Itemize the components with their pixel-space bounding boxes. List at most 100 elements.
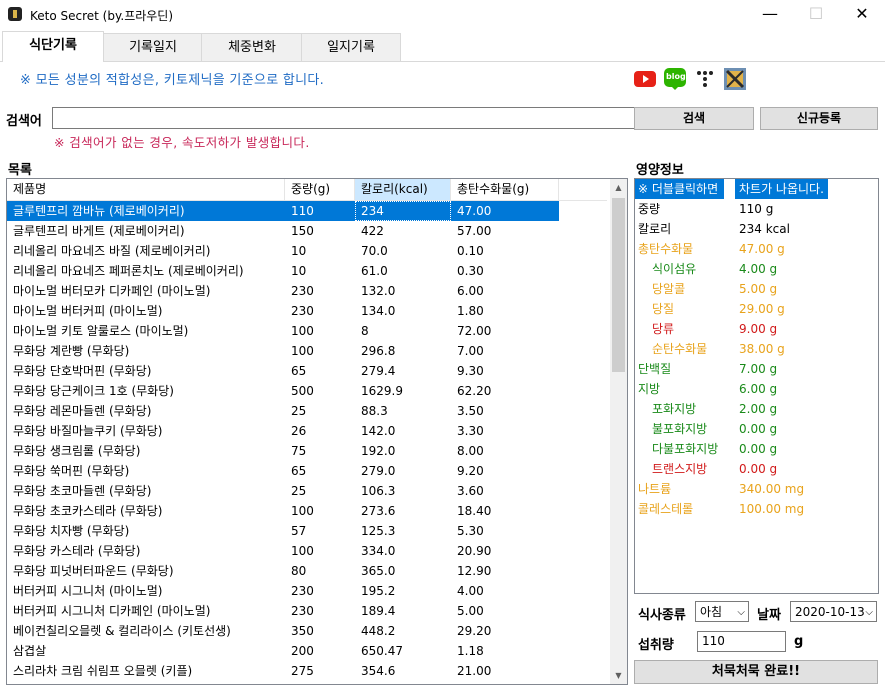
table-row[interactable]: 마이노멀 버터커피 (마이노멀) 230 134.0 1.80 — [7, 301, 559, 321]
cell-carbs: 18.40 — [457, 504, 492, 518]
table-row[interactable]: 마이노멀 버터모카 디카페인 (마이노멀) 230 132.0 6.00 — [7, 281, 559, 301]
column-header-weight[interactable]: 중량(g) — [285, 179, 355, 200]
nutrient-value: 4.00 g — [739, 262, 778, 276]
table-row[interactable]: 글루텐프리 바게트 (제로베이커리) 150 422 57.00 — [7, 221, 559, 241]
cell-carbs: 29.20 — [457, 624, 492, 638]
cell-name: 삼겹살 — [13, 644, 47, 658]
cell-calories: 106.3 — [361, 484, 396, 498]
nutrient-name: 식이섬유 — [652, 262, 697, 276]
table-row[interactable]: 리네올리 마요네즈 페퍼론치노 (제로베이커리) 10 61.0 0.30 — [7, 261, 559, 281]
table-row[interactable]: 스리라차 크림 쉬림프 오믈렛 (키플) 275 354.6 21.00 — [7, 661, 559, 681]
cell-carbs: 47.00 — [457, 204, 492, 218]
close-button[interactable]: ✕ — [839, 0, 885, 30]
nutrition-row[interactable]: 당질 29.00 g — [635, 299, 878, 319]
nutrition-hint-key: ※ 더블클릭하면 — [635, 179, 725, 199]
column-header-carbs[interactable]: 총탄수화물(g) — [451, 179, 559, 200]
nutrition-row[interactable]: 중량 110 g — [635, 199, 878, 219]
table-row[interactable]: 버터커피 시그니처 디카페인 (마이노멀) 230 189.4 5.00 — [7, 601, 559, 621]
nutrition-row[interactable]: 불포화지방 0.00 g — [635, 419, 878, 439]
nutrition-row[interactable]: 지방 6.00 g — [635, 379, 878, 399]
tab-journal[interactable]: 일지기록 — [301, 33, 401, 61]
search-input[interactable] — [52, 107, 635, 129]
nutrition-row[interactable]: 포화지방 2.00 g — [635, 399, 878, 419]
product-list[interactable]: 제품명 중량(g) 칼로리(kcal) 총탄수화물(g) 글루텐프리 깜바뉴 (… — [6, 178, 628, 685]
cell-carbs: 7.00 — [457, 344, 484, 358]
cell-name: 무화당 계란빵 (무화당) — [13, 344, 130, 358]
meal-type-select[interactable]: 아침 ⌵ — [695, 601, 749, 622]
cell-weight: 230 — [291, 584, 314, 598]
cell-weight: 100 — [291, 344, 314, 358]
table-row[interactable]: 베이컨칠리오믈렛 & 컬리라이스 (키토선생) 350 448.2 29.20 — [7, 621, 559, 641]
table-row[interactable]: 무화당 생크림롤 (무화당) 75 192.0 8.00 — [7, 441, 559, 461]
nutrition-row[interactable]: 단백질 7.00 g — [635, 359, 878, 379]
table-row[interactable]: 무화당 초코카스테라 (무화당) 100 273.6 18.40 — [7, 501, 559, 521]
cell-calories: 296.8 — [361, 344, 396, 358]
nutrition-header-row[interactable]: ※ 더블클릭하면 차트가 나옵니다. — [635, 179, 878, 199]
table-row[interactable]: 삼겹살 200 650.47 1.18 — [7, 641, 559, 661]
nutrition-row[interactable]: 트랜스지방 0.00 g — [635, 459, 878, 479]
dots-icon[interactable] — [694, 68, 716, 90]
scroll-up-icon[interactable]: ▲ — [610, 179, 627, 196]
chevron-down-icon: ⌵ — [737, 607, 745, 618]
nutrition-row[interactable]: 당알콜 5.00 g — [635, 279, 878, 299]
nutrition-row[interactable]: 순탄수화물 38.00 g — [635, 339, 878, 359]
nutrition-row[interactable]: 칼로리 234 kcal — [635, 219, 878, 239]
tab-record-log[interactable]: 기록일지 — [103, 33, 203, 61]
table-row[interactable]: 리네올리 마요네즈 바질 (제로베이커리) 10 70.0 0.10 — [7, 241, 559, 261]
nutrient-name: 지방 — [638, 382, 661, 396]
column-header-name[interactable]: 제품명 — [7, 179, 285, 200]
register-button[interactable]: 신규등록 — [760, 107, 878, 130]
search-button[interactable]: 검색 — [634, 107, 754, 130]
nutrition-row[interactable]: 다불포화지방 0.00 g — [635, 439, 878, 459]
cell-name: 스리라차 크림 쉬림프 오믈렛 (키플) — [13, 664, 193, 678]
cell-name: 마이노멀 버터커피 (마이노멀) — [13, 304, 163, 318]
table-row[interactable]: 무화당 당근케이크 1호 (무화당) 500 1629.9 62.20 — [7, 381, 559, 401]
table-row[interactable]: 글루텐프리 깜바뉴 (제로베이커리) 110 234 47.00 — [7, 201, 559, 221]
scroll-thumb[interactable] — [612, 198, 625, 372]
nutrient-name: 포화지방 — [652, 402, 697, 416]
nutrition-row[interactable]: 콜레스테롤 100.00 mg — [635, 499, 878, 519]
submit-meal-button[interactable]: 처묵처묵 완료!! — [634, 660, 878, 684]
table-row[interactable]: 버터커피 시그니처 (마이노멀) 230 195.2 4.00 — [7, 581, 559, 601]
blog-icon[interactable]: blog — [664, 68, 686, 90]
table-row[interactable]: 무화당 쑥머핀 (무화당) 65 279.0 9.20 — [7, 461, 559, 481]
amount-input[interactable]: 110 — [697, 631, 786, 652]
nutrition-row[interactable]: 식이섬유 4.00 g — [635, 259, 878, 279]
table-row[interactable]: 무화당 카스테라 (무화당) 100 334.0 20.90 — [7, 541, 559, 561]
table-row[interactable]: 무화당 계란빵 (무화당) 100 296.8 7.00 — [7, 341, 559, 361]
search-warning: ※ 검색어가 없는 경우, 속도저하가 발생합니다. — [54, 135, 310, 150]
table-row[interactable]: 마이노멀 키토 알룰로스 (마이노멀) 100 8 72.00 — [7, 321, 559, 341]
cell-calories: 195.2 — [361, 584, 396, 598]
nutrient-value: 47.00 g — [739, 242, 785, 256]
cell-weight: 230 — [291, 304, 314, 318]
cell-weight: 25 — [291, 484, 307, 498]
list-scrollbar[interactable]: ▲ ▼ — [610, 179, 627, 684]
table-row[interactable]: 무화당 레몬마들렌 (무화당) 25 88.3 3.50 — [7, 401, 559, 421]
scroll-down-icon[interactable]: ▼ — [610, 667, 627, 684]
table-row[interactable]: 무화당 피넛버터파운드 (무화당) 80 365.0 12.90 — [7, 561, 559, 581]
table-row[interactable]: 무화당 바질마늘쿠키 (무화당) 26 142.0 3.30 — [7, 421, 559, 441]
cell-calories: 192.0 — [361, 444, 396, 458]
cell-carbs: 12.90 — [457, 564, 492, 578]
tab-weight-change[interactable]: 체중변화 — [201, 33, 303, 61]
table-row[interactable]: 무화당 치자빵 (무화당) 57 125.3 5.30 — [7, 521, 559, 541]
cell-name: 무화당 바질마늘쿠키 (무화당) — [13, 424, 163, 438]
date-picker[interactable]: 2020-10-13 ⌵ — [790, 601, 877, 622]
cell-weight: 10 — [291, 244, 307, 258]
table-row[interactable]: 무화당 단호박머핀 (무화당) 65 279.4 9.30 — [7, 361, 559, 381]
minimize-button[interactable]: — — [747, 0, 793, 30]
column-header-calories[interactable]: 칼로리(kcal) — [355, 179, 451, 200]
nutrition-list[interactable]: ※ 더블클릭하면 차트가 나옵니다. 중량 110 g 칼로리 234 kcal 총탄수… — [634, 178, 879, 594]
youtube-icon[interactable] — [634, 68, 656, 90]
tab-meal-record[interactable]: 식단기록 — [2, 31, 104, 62]
table-row[interactable]: 무화당 초코마들렌 (무화당) 25 106.3 3.60 — [7, 481, 559, 501]
cell-weight: 275 — [291, 664, 314, 678]
cell-weight: 110 — [291, 204, 314, 218]
nutrition-row[interactable]: 나트륨 340.00 mg — [635, 479, 878, 499]
cell-name: 무화당 레몬마들렌 (무화당) — [13, 404, 152, 418]
nutrition-row[interactable]: 당류 9.00 g — [635, 319, 878, 339]
profile-image-icon[interactable] — [724, 68, 746, 90]
cell-name: 무화당 초코마들렌 (무화당) — [13, 484, 152, 498]
cell-weight: 100 — [291, 504, 314, 518]
nutrition-row[interactable]: 총탄수화물 47.00 g — [635, 239, 878, 259]
